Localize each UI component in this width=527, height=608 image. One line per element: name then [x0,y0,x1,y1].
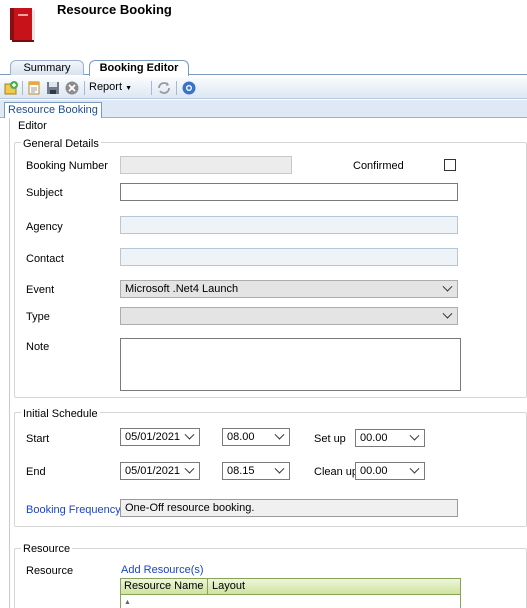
book-icon [10,8,35,42]
type-label: Type [26,311,50,323]
refresh-icon[interactable] [156,80,172,96]
column-header-resource-name[interactable]: Resource Name ▲ [121,579,208,606]
type-select[interactable] [120,307,458,325]
add-resources-link[interactable]: Add Resource(s) [121,564,204,576]
event-value: Microsoft .Net4 Launch [125,283,239,295]
contact-label: Contact [26,253,64,265]
tab-booking-editor[interactable]: Booking Editor [89,60,189,76]
toolbar-separator [84,81,85,95]
cleanup-select[interactable]: 00.00 [355,462,425,480]
cleanup-label: Clean up [314,466,359,478]
start-time-select[interactable]: 08.00 [222,428,290,446]
page-title: Resource Booking [57,2,172,17]
agency-label: Agency [26,221,63,233]
booking-frequency-field: One-Off resource booking. [120,499,458,517]
new-icon[interactable] [3,80,19,96]
chevron-down-icon [409,430,420,441]
help-icon[interactable] [181,80,197,96]
booking-number-label: Booking Number [26,160,108,172]
column-header-label: Resource Name [124,580,204,592]
column-header-layout[interactable]: Layout [209,579,329,594]
resource-legend: Resource [21,543,73,555]
toolbar-separator [22,81,23,95]
chevron-down-icon [184,429,195,440]
start-date-picker[interactable]: 05/01/2021 [120,428,200,446]
save-icon[interactable] [45,80,61,96]
end-time-select[interactable]: 08.15 [222,462,290,480]
dropdown-arrow-icon: ▼ [125,85,133,92]
setup-label: Set up [314,433,346,445]
tab-resource-booking[interactable]: Resource Booking [4,102,102,118]
report-label: Report [89,81,123,93]
delete-icon[interactable] [64,80,80,96]
resource-label: Resource [26,565,74,577]
confirmed-label: Confirmed [353,160,404,172]
chevron-down-icon [184,463,195,474]
resource-grid-header: Resource Name ▲ Layout [120,578,461,606]
end-date-value: 05/01/2021 [125,465,181,477]
sort-asc-icon: ▲ [124,599,131,606]
setup-value: 00.00 [360,432,388,444]
note-textarea[interactable] [120,338,461,391]
toolbar: Report ▼ [0,77,527,99]
notes-icon[interactable] [26,80,42,96]
event-label: Event [26,284,55,296]
start-date-value: 05/01/2021 [125,431,181,443]
contact-field[interactable] [120,248,458,266]
toolbar-separator [176,81,177,95]
confirmed-checkbox[interactable] [444,159,456,171]
subject-field[interactable] [120,183,458,201]
tab-strip: Summary Booking Editor [0,60,527,76]
chevron-down-icon [442,308,453,319]
start-label: Start [26,433,50,445]
booking-frequency-link[interactable]: Booking Frequency [26,504,121,516]
inner-tab-strip: Resource Booking [0,100,527,118]
setup-select[interactable]: 00.00 [355,429,425,447]
agency-field[interactable] [120,216,458,234]
chevron-down-icon [442,281,453,292]
chevron-down-icon [274,463,285,474]
note-label: Note [26,341,50,353]
end-time-value: 08.15 [227,465,255,477]
cleanup-value: 00.00 [360,465,388,477]
start-time-value: 08.00 [227,431,255,443]
end-label: End [26,466,46,478]
booking-number-field [120,156,292,174]
subject-label: Subject [26,187,63,199]
toolbar-separator [151,81,152,95]
tab-summary[interactable]: Summary [10,60,84,75]
chevron-down-icon [274,429,285,440]
editor-legend: Editor [18,120,47,132]
general-details-legend: General Details [21,138,101,150]
end-date-picker[interactable]: 05/01/2021 [120,462,200,480]
report-menu[interactable]: Report ▼ [89,81,132,93]
chevron-down-icon [409,463,420,474]
initial-schedule-legend: Initial Schedule [21,408,100,420]
event-select[interactable]: Microsoft .Net4 Launch [120,280,458,298]
